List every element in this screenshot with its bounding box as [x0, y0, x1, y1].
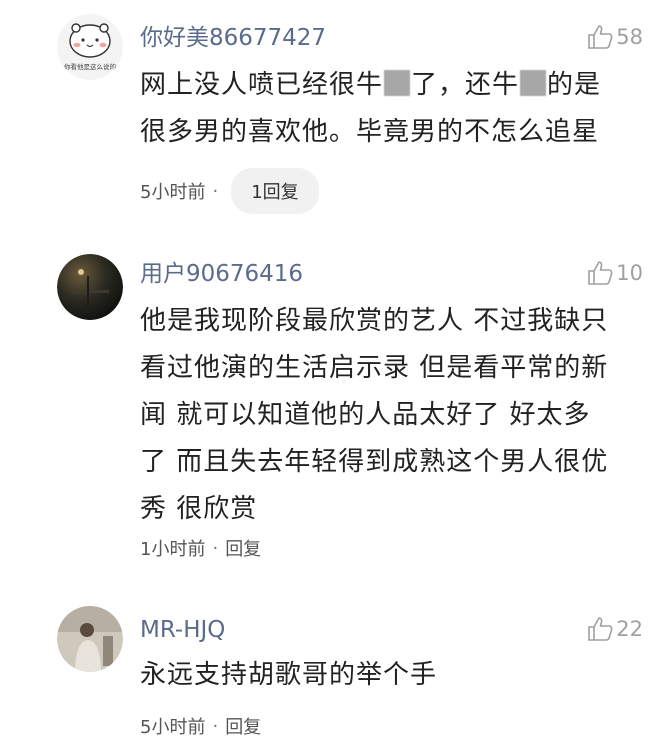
- comment-meta: 5小时前 · 回复: [140, 713, 261, 739]
- like-count: 22: [616, 617, 643, 641]
- avatar[interactable]: 你看他是这么说的: [57, 14, 123, 80]
- avatar-photo-image: [57, 606, 123, 672]
- comment-line: 永远支持胡歌哥的举个手: [140, 660, 438, 690]
- comment-line: 了 而且失去年轻得到成熟这个男人很优: [140, 447, 609, 477]
- avatar-night-street-image: [57, 254, 123, 320]
- timestamp: 5小时前: [140, 717, 206, 738]
- reply-button[interactable]: 回复: [225, 713, 261, 739]
- thumbs-up-icon: [588, 25, 613, 49]
- username[interactable]: 用户90676416: [140, 260, 303, 288]
- comment-line: 看过他演的生活启示录 但是看平常的新: [140, 353, 609, 383]
- thumbs-up-icon: [588, 261, 613, 285]
- like-button[interactable]: 22: [586, 614, 643, 644]
- avatar-caption: 你看他是这么说的: [64, 62, 117, 71]
- comment-line: 他是我现阶段最欣赏的艺人 不过我缺只: [140, 306, 609, 336]
- comment-line: 很多男的喜欢他。毕竟男的不怎么追星: [140, 117, 600, 147]
- timestamp: 1小时前: [140, 539, 206, 560]
- mosaic-mask: [384, 70, 411, 96]
- avatar-bear-image: 你看他是这么说的: [57, 14, 123, 80]
- comment-line: 闻 就可以知道他的人品太好了 好太多: [140, 400, 591, 430]
- mosaic-mask: [520, 70, 547, 96]
- comment-text: 网上没人喷已经很牛 了，还牛 的是 很多男的喜欢他。毕竟男的不怎么追星: [140, 62, 640, 156]
- comment-line: 网上没人喷已经很牛 了，还牛 的是: [140, 70, 602, 100]
- like-button[interactable]: 58: [586, 22, 643, 52]
- separator-dot: ·: [212, 715, 219, 737]
- comment-meta: 5小时前 · 1回复: [140, 168, 319, 214]
- like-count: 10: [616, 261, 643, 285]
- comment-line: 秀 很欣赏: [140, 494, 258, 524]
- comment-text: 永远支持胡歌哥的举个手: [140, 652, 640, 699]
- reply-button[interactable]: 回复: [225, 535, 261, 561]
- username[interactable]: MR-HJQ: [140, 616, 225, 644]
- avatar[interactable]: [57, 254, 123, 320]
- timestamp: 5小时前: [140, 182, 206, 203]
- username[interactable]: 你好美86677427: [140, 24, 326, 52]
- comment-text: 他是我现阶段最欣赏的艺人 不过我缺只 看过他演的生活启示录 但是看平常的新 闻 …: [140, 298, 640, 533]
- thumbs-up-icon: [588, 617, 613, 641]
- like-button[interactable]: 10: [586, 258, 643, 288]
- avatar[interactable]: [57, 606, 123, 672]
- comment-meta: 1小时前 · 回复: [140, 535, 261, 561]
- like-count: 58: [616, 25, 643, 49]
- separator-dot: ·: [212, 180, 219, 202]
- reply-count-button[interactable]: 1回复: [231, 168, 319, 214]
- separator-dot: ·: [212, 537, 219, 559]
